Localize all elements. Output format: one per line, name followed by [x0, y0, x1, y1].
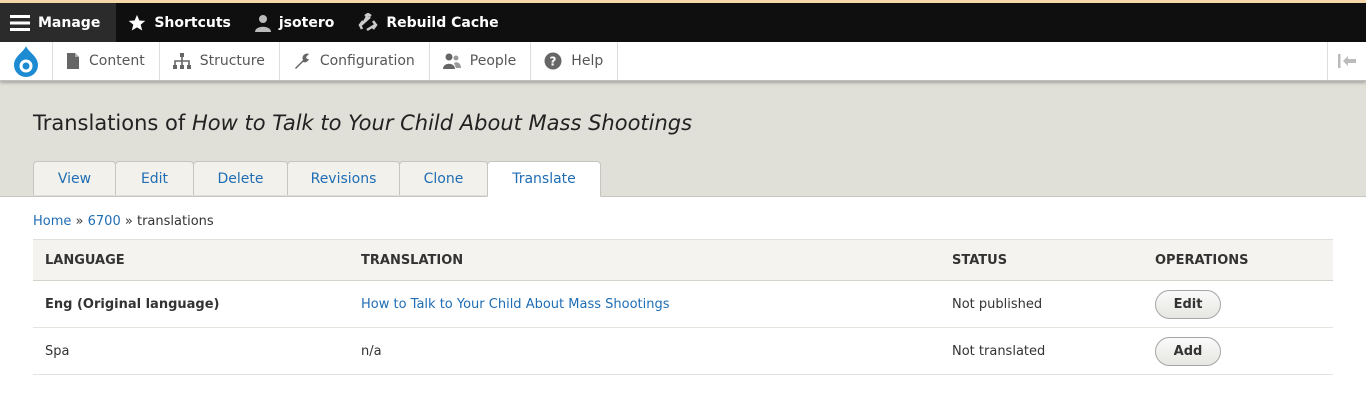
breadcrumb-separator: » — [75, 214, 84, 229]
shortcuts-button[interactable]: Shortcuts — [116, 3, 243, 42]
tray-item-label: People — [469, 53, 517, 69]
breadcrumb-current: translations — [136, 214, 214, 229]
shortcuts-label: Shortcuts — [154, 14, 231, 31]
status-cell: Not published — [940, 280, 1143, 328]
user-button[interactable]: jsotero — [243, 3, 346, 42]
table-row: Spa n/a Not translated Add — [33, 327, 1333, 375]
structure-icon — [172, 53, 191, 69]
page-title-prefix: Translations of — [33, 111, 186, 135]
breadcrumb-separator: » — [124, 214, 133, 229]
edit-button[interactable]: Edit — [1155, 289, 1221, 319]
manage-button[interactable]: Manage — [0, 3, 117, 42]
tray-item-label: Help — [571, 53, 604, 69]
star-icon — [129, 14, 146, 31]
translation-cell: n/a — [349, 327, 940, 375]
toolbar-tray: Content Structure Configuration People ?… — [0, 42, 1366, 81]
manage-label: Manage — [38, 14, 101, 31]
help-icon: ? — [544, 52, 562, 70]
tray-item-label: Structure — [199, 53, 265, 69]
tray-item-structure[interactable]: Structure — [160, 42, 280, 80]
recycle-icon — [358, 12, 378, 31]
file-icon — [67, 53, 79, 69]
table-header-row: LANGUAGE TRANSLATION STATUS OPERATIONS — [33, 239, 1333, 281]
tray-item-label: Content — [89, 53, 145, 69]
user-label: jsotero — [278, 14, 335, 31]
tab-revisions[interactable]: Revisions — [287, 161, 400, 195]
language-cell: Spa — [33, 327, 349, 375]
admin-toolbar: Manage Shortcuts jsotero Rebuild Cache — [0, 3, 1366, 42]
column-header-translation: TRANSLATION — [349, 239, 940, 281]
svg-text:?: ? — [550, 55, 557, 69]
page-title: Translations of How to Talk to Your Chil… — [33, 111, 692, 135]
page-header: Translations of How to Talk to Your Chil… — [0, 81, 1366, 197]
tab-delete[interactable]: Delete — [193, 161, 288, 195]
user-icon — [254, 14, 271, 32]
drupal-drop-icon — [14, 46, 38, 77]
tray-item-content[interactable]: Content — [53, 42, 160, 80]
translation-link[interactable]: How to Talk to Your Child About Mass Sho… — [361, 297, 670, 312]
collapse-icon — [1338, 54, 1356, 68]
language-cell: Eng (Original language) — [33, 280, 349, 328]
operations-cell: Edit — [1143, 280, 1333, 328]
drupal-logo[interactable] — [0, 42, 53, 80]
translations-table: LANGUAGE TRANSLATION STATUS OPERATIONS E… — [33, 239, 1333, 375]
column-header-language: LANGUAGE — [33, 239, 349, 281]
tab-clone[interactable]: Clone — [399, 161, 488, 195]
tray-item-help[interactable]: ? Help — [531, 42, 619, 80]
tray-item-label: Configuration — [319, 53, 415, 69]
breadcrumb: Home » 6700 » translations — [33, 214, 214, 229]
tab-edit[interactable]: Edit — [115, 161, 194, 195]
tab-view[interactable]: View — [33, 161, 116, 195]
wrench-icon — [294, 53, 309, 69]
people-icon — [442, 53, 461, 69]
operations-cell: Add — [1143, 327, 1333, 375]
status-cell: Not translated — [940, 327, 1143, 375]
tray-item-configuration[interactable]: Configuration — [280, 42, 430, 80]
page-title-node: How to Talk to Your Child About Mass Sho… — [191, 111, 693, 135]
tab-translate[interactable]: Translate — [487, 161, 601, 197]
primary-tabs: View Edit Delete Revisions Clone Transla… — [33, 161, 601, 197]
rebuild-cache-label: Rebuild Cache — [386, 14, 499, 31]
rebuild-cache-button[interactable]: Rebuild Cache — [346, 3, 510, 42]
breadcrumb-home[interactable]: Home — [33, 214, 71, 229]
collapse-tray-button[interactable] — [1327, 42, 1366, 80]
column-header-status: STATUS — [940, 239, 1143, 281]
translation-cell: How to Talk to Your Child About Mass Sho… — [349, 280, 940, 328]
add-button[interactable]: Add — [1155, 336, 1221, 366]
tray-item-people[interactable]: People — [430, 42, 532, 80]
hamburger-icon — [10, 14, 30, 31]
column-header-operations: OPERATIONS — [1143, 239, 1333, 281]
table-row: Eng (Original language) How to Talk to Y… — [33, 280, 1333, 328]
breadcrumb-node[interactable]: 6700 — [88, 214, 121, 229]
